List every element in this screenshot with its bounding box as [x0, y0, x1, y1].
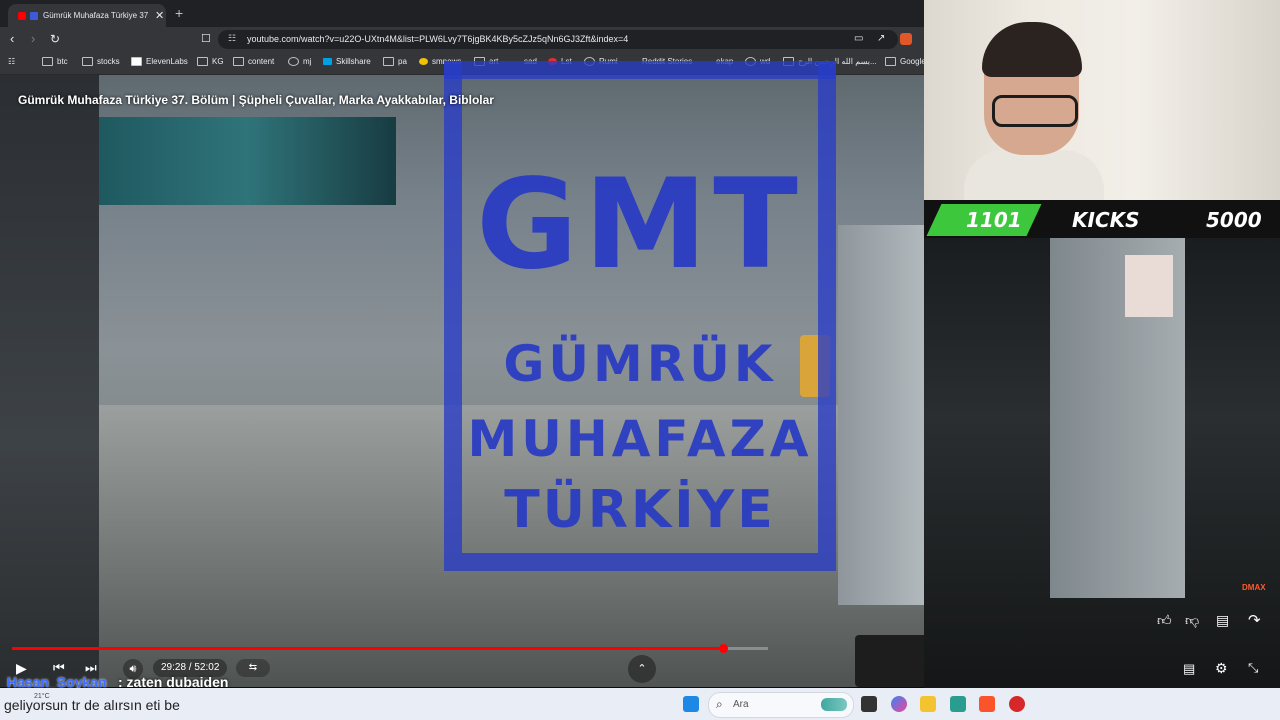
brave-shield-icon[interactable]: [900, 33, 912, 45]
settings-gear-icon[interactable]: ⚙: [1215, 660, 1228, 677]
bookmark-pa[interactable]: pa: [383, 57, 407, 66]
copilot-icon[interactable]: [891, 696, 907, 712]
youtube-favicon-icon: [18, 11, 26, 20]
url-text[interactable]: youtube.com/watch?v=u22O-UXtn4M&list=PLW…: [247, 34, 628, 44]
video-poster-scene: [99, 117, 396, 205]
progress-scrubber[interactable]: [719, 644, 728, 653]
bookmark-label: Skillshare: [336, 57, 371, 66]
windows-taskbar: [0, 688, 1280, 720]
right-scene-sign: [1125, 255, 1173, 317]
navigation-bar: ‹ › ↻ ☐ ☷ youtube.com/watch?v=u22O-UXtn4…: [0, 27, 924, 52]
windows-start-icon[interactable]: [683, 696, 699, 712]
video-door-scene: [838, 225, 924, 605]
exit-fullscreen-icon[interactable]: ⤡: [1248, 660, 1258, 676]
streamer-shirt: [964, 150, 1104, 200]
streamer-hair: [982, 22, 1082, 77]
luggage-image: [855, 635, 924, 687]
bookmark-label: pa: [398, 57, 407, 66]
back-icon[interactable]: ‹: [10, 32, 14, 46]
gmt-logo-text: GMT: [476, 153, 804, 297]
app-icon[interactable]: [1009, 696, 1025, 712]
elevenlabs-icon: [131, 57, 142, 66]
video-title[interactable]: Gümrük Muhafaza Türkiye 37. Bölüm | Şüph…: [18, 93, 494, 107]
gmt-logo-line-3: TÜRKİYE: [504, 480, 776, 540]
kicks-goal-count: 5000: [1206, 208, 1262, 232]
bookmark-skillshare[interactable]: Skillshare: [323, 57, 371, 66]
folder-icon: [82, 57, 93, 66]
tab-strip: Gümrük Muhafaza Türkiye 37 ✕ +: [0, 0, 924, 27]
address-bar[interactable]: ☷ youtube.com/watch?v=u22O-UXtn4M&list=P…: [218, 30, 898, 49]
taskbar-search[interactable]: ⌕ Ara: [708, 692, 854, 718]
dmax-logo: DMAX: [1242, 583, 1266, 592]
bookmark-icon[interactable]: ☐: [201, 32, 211, 46]
bookmark-label: Google: [900, 57, 924, 66]
subtitles-icon[interactable]: ▤: [1183, 661, 1195, 677]
search-label: Ara: [733, 699, 749, 710]
site-settings-icon[interactable]: ☷: [228, 33, 236, 44]
apps-icon[interactable]: ☷: [8, 57, 15, 66]
folder-icon: [197, 57, 208, 66]
bookmark-btc[interactable]: btc: [42, 57, 68, 66]
close-tab-icon[interactable]: ✕: [155, 9, 164, 22]
bookmark-label: ElevenLabs: [146, 57, 188, 66]
active-tab[interactable]: Gümrük Muhafaza Türkiye 37 ✕: [8, 4, 166, 27]
bookmark-label: KG: [212, 57, 224, 66]
chapter-icon[interactable]: ⇆: [236, 659, 270, 677]
share-icon[interactable]: ↗: [877, 32, 885, 46]
skillshare-icon: [323, 58, 332, 65]
folder-icon: [233, 57, 244, 66]
share-arrow-icon[interactable]: ↷: [1248, 611, 1261, 629]
playlist-icon: [30, 11, 38, 20]
webcam-feed: [924, 0, 1280, 200]
gmt-logo-line-2: MUHAFAZA: [467, 410, 813, 468]
folder-icon: [42, 57, 53, 66]
comments-icon[interactable]: ▤: [1216, 612, 1229, 629]
bookmark-content[interactable]: content: [233, 57, 274, 66]
like-icon[interactable]: 👍︎: [1157, 612, 1172, 629]
tab-title: Gümrük Muhafaza Türkiye 37: [43, 11, 148, 20]
snipping-tool-icon[interactable]: [950, 696, 966, 712]
search-highlight-image: [821, 698, 847, 711]
folder-icon: [885, 57, 896, 66]
folder-icon: [383, 57, 394, 66]
taskbar-chat-message: geliyorsun tr de alırsın eti be: [4, 697, 180, 713]
glasses-image: [992, 95, 1078, 127]
kicks-label: KICKS: [1072, 208, 1140, 232]
video-left-pillar: [0, 75, 99, 687]
forward-icon[interactable]: ›: [31, 32, 35, 46]
smiley-icon: [419, 58, 428, 65]
new-tab-button[interactable]: +: [175, 5, 183, 21]
bookmark-label: stocks: [97, 57, 120, 66]
kicks-current-count: 1101: [966, 208, 1022, 232]
bookmark-google[interactable]: Google: [885, 57, 924, 66]
cast-icon[interactable]: ▭: [854, 32, 863, 46]
reload-icon[interactable]: ↻: [50, 32, 60, 46]
bookmark-label: btc: [57, 57, 68, 66]
task-view-icon[interactable]: [861, 696, 877, 712]
bookmark-stocks[interactable]: stocks: [82, 57, 120, 66]
brave-browser-icon[interactable]: [979, 696, 995, 712]
file-explorer-icon[interactable]: [920, 696, 936, 712]
dislike-icon[interactable]: 👎︎: [1185, 612, 1199, 629]
gmt-logo-line-1: GÜMRÜK: [503, 335, 777, 393]
bookmark-mj[interactable]: mj: [288, 57, 311, 66]
search-icon: ⌕: [716, 697, 723, 711]
expand-chevron-icon[interactable]: ⌃: [628, 655, 656, 683]
bookmark-label: mj: [303, 57, 312, 66]
bookmark-label: content: [248, 57, 275, 66]
bookmark-elevenlabs[interactable]: ElevenLabs: [131, 57, 188, 66]
progress-bar-played: [12, 647, 723, 650]
bookmark-kg[interactable]: KG: [197, 57, 224, 66]
github-icon: [288, 57, 299, 66]
